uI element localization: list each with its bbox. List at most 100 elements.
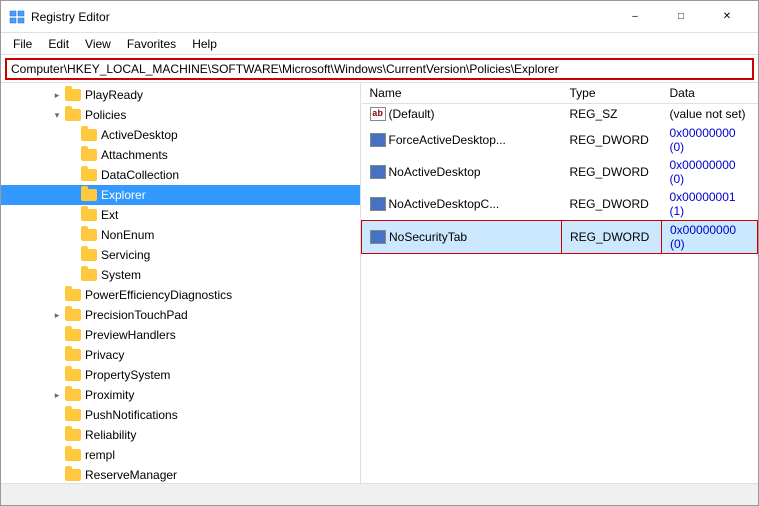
col-header-data[interactable]: Data [662,83,758,104]
tree-label-explorer: Explorer [100,188,146,202]
tree-label-precisiontouchpad: PrecisionTouchPad [84,308,188,322]
detail-row-data-1: 0x00000000 (0) [662,124,758,156]
tree-label-previewhandlers: PreviewHandlers [84,328,176,342]
detail-pane[interactable]: Name Type Data ab(Default)REG_SZ(value n… [361,83,758,483]
detail-name-cell-4: NoSecurityTab [370,230,553,244]
table-row[interactable]: NoSecurityTabREG_DWORD0x00000000 (0) [362,220,758,253]
tree-label-privacy: Privacy [84,348,124,362]
tree-expander-rempl[interactable] [49,447,65,463]
col-header-name[interactable]: Name [362,83,562,104]
tree-expander-ext[interactable] [65,207,81,223]
detail-row-name-0: (Default) [389,107,435,121]
folder-icon-previewhandlers [65,327,81,343]
tree-node-reliability[interactable]: Reliability [1,425,360,445]
tree-expander-attachments[interactable] [65,147,81,163]
tree-expander-proximity[interactable]: ▸ [49,387,65,403]
tree-node-precisiontouchpad[interactable]: ▸ PrecisionTouchPad [1,305,360,325]
tree-expander-explorer[interactable] [65,187,81,203]
menu-item-favorites[interactable]: Favorites [119,35,184,53]
tree-node-activedesktop[interactable]: ActiveDesktop [1,125,360,145]
menu-bar: FileEditViewFavoritesHelp [1,33,758,55]
tree-expander-reservemanager[interactable] [49,467,65,483]
tree-expander-datacollection[interactable] [65,167,81,183]
table-row[interactable]: ForceActiveDesktop... REG_DWORD0x00000000… [362,124,758,156]
tree-label-rempl: rempl [84,448,115,462]
tree-pane[interactable]: ▸ PlayReady ▾ Policies ActiveDesktop Attachme… [1,83,361,483]
detail-name-cell-2: NoActiveDesktop [370,165,554,179]
detail-row-type-4: REG_DWORD [562,220,662,253]
tree-label-reliability: Reliability [84,428,136,442]
table-row[interactable]: NoActiveDesktopC...REG_DWORD0x00000001 (… [362,188,758,221]
folder-icon-precisiontouchpad [65,307,81,323]
tree-node-reservemanager[interactable]: ReserveManager [1,465,360,483]
tree-label-policies: Policies [84,108,126,122]
tree-label-datacollection: DataCollection [100,168,179,182]
menu-item-view[interactable]: View [77,35,119,53]
tree-expander-reliability[interactable] [49,427,65,443]
tree-expander-playready[interactable]: ▸ [49,87,65,103]
folder-icon-explorer [81,187,97,203]
tree-label-attachments: Attachments [100,148,168,162]
tree-label-activedesktop: ActiveDesktop [100,128,178,142]
maximize-button[interactable]: □ [658,1,704,33]
menu-item-file[interactable]: File [5,35,40,53]
address-input[interactable] [5,58,754,80]
tree-expander-privacy[interactable] [49,347,65,363]
tree-node-pushnotifications[interactable]: PushNotifications [1,405,360,425]
tree-node-previewhandlers[interactable]: PreviewHandlers [1,325,360,345]
tree-expander-powerefficiency[interactable] [49,287,65,303]
menu-item-edit[interactable]: Edit [40,35,77,53]
main-content: ▸ PlayReady ▾ Policies ActiveDesktop Attachme… [1,83,758,483]
tree-node-powerefficiency[interactable]: PowerEfficiencyDiagnostics [1,285,360,305]
app-icon [9,9,25,25]
tree-expander-system[interactable] [65,267,81,283]
col-header-type[interactable]: Type [562,83,662,104]
folder-icon-proximity [65,387,81,403]
window-controls: – □ ✕ [612,1,750,33]
table-row[interactable]: NoActiveDesktopREG_DWORD0x00000000 (0) [362,156,758,188]
minimize-button[interactable]: – [612,1,658,33]
tree-expander-propertysystem[interactable] [49,367,65,383]
window-title: Registry Editor [31,10,612,24]
tree-label-proximity: Proximity [84,388,134,402]
tree-node-propertysystem[interactable]: PropertySystem [1,365,360,385]
reg-icon-1 [370,133,386,147]
tree-label-servicing: Servicing [100,248,150,262]
tree-expander-nonenum[interactable] [65,227,81,243]
folder-icon-nonenum [81,227,97,243]
close-button[interactable]: ✕ [704,1,750,33]
tree-expander-policies[interactable]: ▾ [49,107,65,123]
detail-row-name-1: ForceActiveDesktop... [389,133,506,147]
tree-label-playready: PlayReady [84,88,143,102]
tree-node-rempl[interactable]: rempl [1,445,360,465]
tree-node-attachments[interactable]: Attachments [1,145,360,165]
tree-node-system[interactable]: System [1,265,360,285]
detail-row-type-1: REG_DWORD [562,124,662,156]
tree-node-ext[interactable]: Ext [1,205,360,225]
tree-expander-precisiontouchpad[interactable]: ▸ [49,307,65,323]
detail-name-cell-0: ab(Default) [370,107,554,121]
tree-expander-previewhandlers[interactable] [49,327,65,343]
tree-node-privacy[interactable]: Privacy [1,345,360,365]
tree-node-explorer[interactable]: Explorer [1,185,360,205]
tree-node-datacollection[interactable]: DataCollection [1,165,360,185]
tree-node-nonenum[interactable]: NonEnum [1,225,360,245]
tree-node-playready[interactable]: ▸ PlayReady [1,85,360,105]
menu-item-help[interactable]: Help [184,35,225,53]
detail-name-cell-3: NoActiveDesktopC... [370,197,554,211]
tree-node-policies[interactable]: ▾ Policies [1,105,360,125]
tree-node-servicing[interactable]: Servicing [1,245,360,265]
tree-expander-activedesktop[interactable] [65,127,81,143]
detail-header: Name Type Data [362,83,758,104]
detail-row-name-3: NoActiveDesktopC... [389,197,500,211]
table-row[interactable]: ab(Default)REG_SZ(value not set) [362,104,758,124]
tree-expander-pushnotifications[interactable] [49,407,65,423]
tree-label-system: System [100,268,141,282]
tree-expander-servicing[interactable] [65,247,81,263]
detail-body: ab(Default)REG_SZ(value not set)ForceAct… [362,104,758,254]
folder-icon-powerefficiency [65,287,81,303]
folder-icon-ext [81,207,97,223]
tree-label-powerefficiency: PowerEfficiencyDiagnostics [84,288,232,302]
tree-node-proximity[interactable]: ▸ Proximity [1,385,360,405]
title-bar: Registry Editor – □ ✕ [1,1,758,33]
